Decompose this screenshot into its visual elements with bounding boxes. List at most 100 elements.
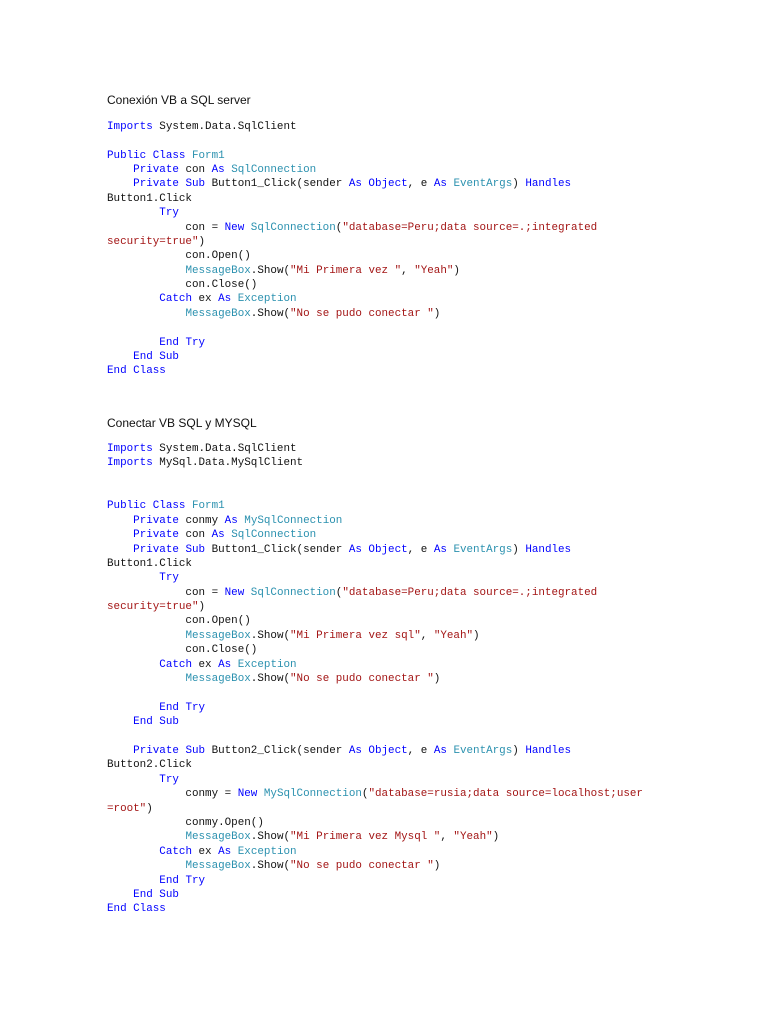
code-line: con.Close(): [107, 278, 597, 292]
code-keyword: Public Class: [107, 149, 186, 162]
code-keyword: End Try: [159, 701, 206, 714]
code-line: Button1.Click: [107, 192, 597, 206]
code-line: Button2.Click: [107, 758, 643, 772]
code-text: ): [198, 235, 206, 248]
code-text: ,: [420, 629, 434, 642]
code-string: "Yeah": [433, 629, 474, 642]
code-text: ): [512, 745, 526, 757]
code-keyword: Try: [159, 773, 179, 786]
code-text: Button2_Click(sender: [205, 745, 349, 757]
code-type: MessageBox: [185, 307, 251, 320]
code-text: System.Data.SqlClient: [152, 442, 297, 455]
code-line: conmy.Open(): [107, 816, 643, 830]
code-string: "database=rusia;data source=localhost;us…: [368, 788, 643, 801]
code-type: Form1: [191, 149, 225, 162]
code-keyword: As Object: [348, 178, 408, 191]
code-line: Public Class Form1: [107, 149, 597, 163]
code-text: ): [198, 601, 206, 614]
section-title: Conectar VB SQL y MYSQL: [107, 416, 257, 430]
code-line: security=true"): [107, 600, 643, 614]
code-text: ): [512, 178, 526, 191]
code-line: =root"): [107, 802, 643, 816]
code-text: ex: [191, 293, 219, 306]
code-text: ex: [191, 845, 219, 858]
code-text: , e: [407, 745, 434, 757]
code-keyword: End Sub: [133, 351, 179, 364]
code-text: MySql.Data.MySqlClient: [152, 457, 304, 470]
code-text: ): [146, 802, 153, 815]
code-string: "Yeah": [414, 264, 454, 277]
code-string: "database=Peru;data source=.;integrated: [342, 221, 598, 234]
code-line: Catch ex As Exception: [107, 292, 597, 306]
code-line: Private Sub Button1_Click(sender As Obje…: [107, 177, 597, 191]
code-line: Imports System.Data.SqlClient: [107, 442, 643, 456]
code-text: System.Data.SqlClient: [152, 120, 297, 133]
code-string: "No se pudo conectar ": [290, 307, 434, 320]
code-line: con.Open(): [107, 614, 643, 628]
code-text: .Show(: [250, 307, 291, 320]
code-keyword: End Class: [107, 365, 166, 378]
code-text: con.Open(): [107, 250, 251, 263]
code-string: security=true": [107, 235, 199, 248]
code-keyword: Catch: [159, 658, 192, 671]
code-string: "Mi Primera vez Mysql ": [290, 831, 441, 844]
code-line: End Sub: [107, 715, 643, 729]
code-line: Try: [107, 206, 597, 220]
code-line: Try: [107, 773, 643, 787]
code-text: con.Close(): [107, 279, 258, 292]
code-line: Private Sub Button1_Click(sender As Obje…: [107, 543, 643, 557]
code-keyword: As Object: [348, 543, 408, 556]
code-type: Exception: [237, 845, 297, 858]
code-type: MessageBox: [185, 629, 251, 642]
code-type: SqlConnection: [250, 221, 336, 234]
code-keyword: Public Class: [107, 500, 186, 513]
code-text: Button1_Click(sender: [205, 178, 349, 191]
code-line: End Try: [107, 701, 643, 715]
code-type: EventArgs: [453, 178, 513, 191]
code-keyword: End Sub: [133, 888, 179, 901]
code-text: Button2.Click: [107, 759, 192, 772]
code-keyword: Catch: [159, 293, 192, 306]
code-string: "Mi Primera vez ": [290, 264, 402, 277]
code-text: .Show(: [250, 264, 291, 277]
code-keyword: New: [224, 586, 245, 599]
code-block: Imports System.Data.SqlClient Public Clas…: [107, 120, 597, 379]
code-text: ex: [191, 658, 219, 671]
code-text: con.Open(): [107, 615, 251, 628]
code-keyword: New: [224, 221, 245, 234]
code-line: End Sub: [107, 350, 597, 364]
code-line: security=true"): [107, 235, 597, 249]
code-type: MessageBox: [185, 673, 251, 686]
code-type: MessageBox: [185, 860, 251, 873]
code-keyword: Private: [133, 529, 179, 542]
code-line: MessageBox.Show("No se pudo conectar "): [107, 672, 643, 686]
code-type: MessageBox: [185, 264, 251, 277]
code-text: ): [433, 673, 441, 686]
code-text: con: [178, 529, 212, 542]
code-text: ,: [440, 831, 454, 844]
code-text: ,: [401, 264, 415, 277]
code-text: , e: [407, 178, 434, 191]
code-text: con.Close(): [107, 644, 258, 657]
code-keyword: As: [218, 845, 232, 858]
code-line: conmy = New MySqlConnection("database=ru…: [107, 787, 643, 801]
code-type: SqlConnection: [231, 163, 317, 176]
code-keyword: As: [211, 529, 225, 542]
